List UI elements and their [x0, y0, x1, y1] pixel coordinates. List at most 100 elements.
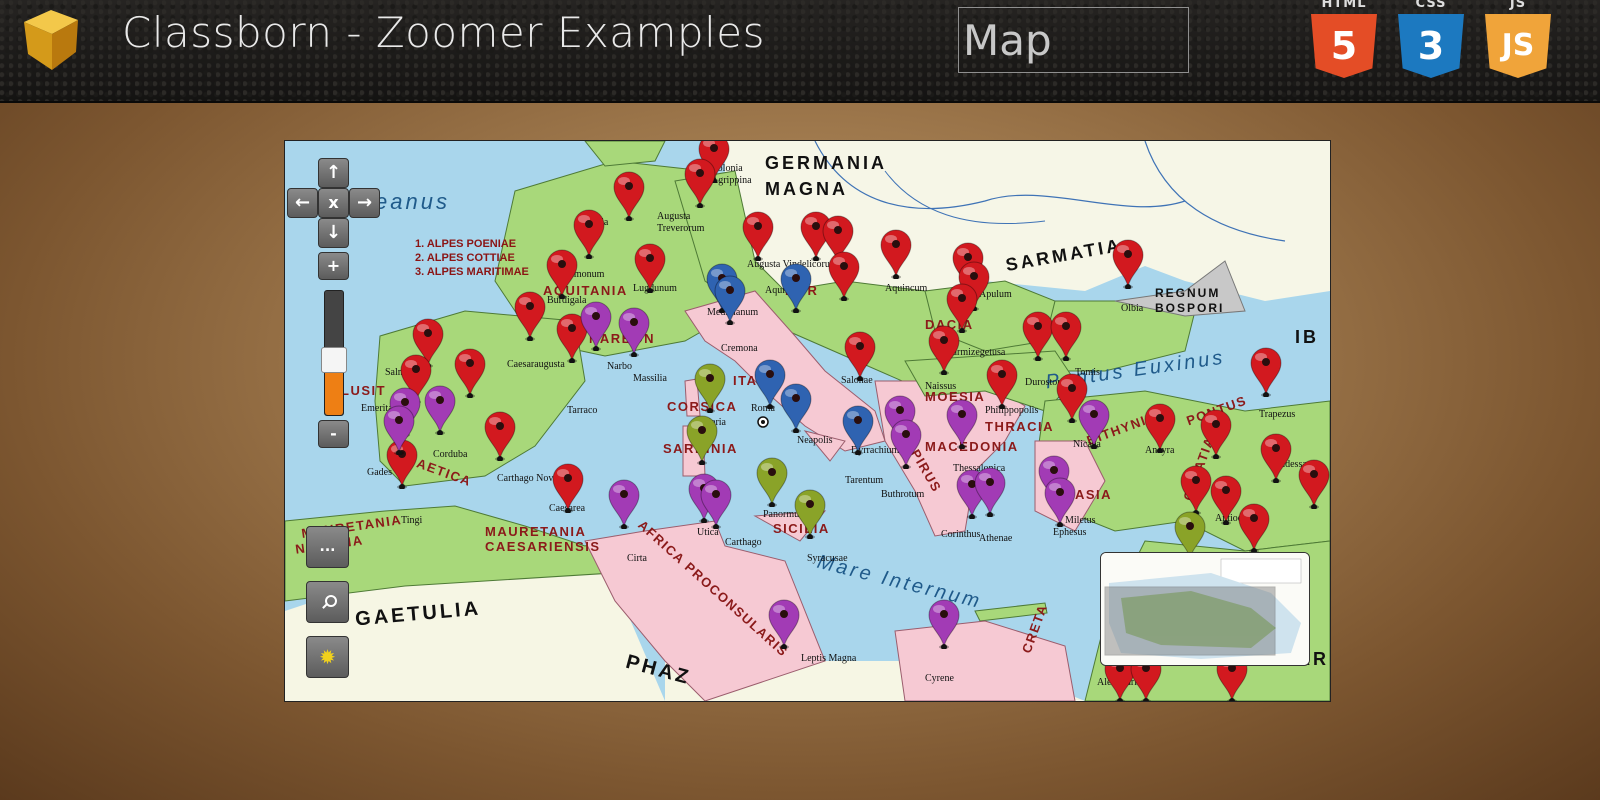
- zoomable-map-viewport[interactable]: GERMANIA MAGNA SARMATIA GAETULIA PHAZ RE…: [284, 140, 1331, 702]
- map-marker-pin-icon[interactable]: [1257, 431, 1295, 484]
- map-marker-pin-icon[interactable]: [925, 597, 963, 650]
- js-caption: JS: [1509, 0, 1527, 11]
- map-marker-pin-icon[interactable]: [1075, 397, 1113, 450]
- city-label: Aquincum: [885, 283, 928, 294]
- map-marker-pin-icon[interactable]: [825, 249, 863, 302]
- example-selector[interactable]: Map: [958, 7, 1189, 73]
- map-marker-pin-icon[interactable]: [739, 209, 777, 262]
- map-marker-pin-icon[interactable]: [711, 273, 749, 326]
- map-marker-pin-icon[interactable]: [605, 477, 643, 530]
- sea-label: eanus: [375, 189, 450, 214]
- map-marker-pin-icon[interactable]: [943, 397, 981, 450]
- pan-left-button[interactable]: ←: [287, 188, 318, 218]
- city-label: Tarraco: [567, 405, 598, 416]
- region-label: REGNUM: [1155, 286, 1221, 300]
- map-marker-pin-icon[interactable]: [1295, 457, 1330, 510]
- map-marker-pin-icon[interactable]: [1197, 407, 1235, 460]
- map-marker-pin-icon[interactable]: [1047, 309, 1085, 362]
- map-marker-pin-icon[interactable]: [777, 261, 815, 314]
- city-label: Cirta: [627, 553, 647, 564]
- map-marker-pin-icon[interactable]: [765, 597, 803, 650]
- city-label: Ephesus: [1053, 527, 1087, 538]
- region-label: BOSPORI: [1155, 301, 1225, 315]
- region-label: GERMANIA: [765, 153, 887, 173]
- html5-glyph: 5: [1330, 24, 1358, 68]
- map-marker-pin-icon[interactable]: [691, 361, 729, 414]
- map-marker-pin-icon[interactable]: [681, 156, 719, 209]
- html5-caption: HTML: [1321, 0, 1367, 11]
- map-marker-pin-icon[interactable]: [610, 169, 648, 222]
- alpes-legend: 1. ALPES POENIAE 2. ALPES COTTIAE 3. ALP…: [415, 237, 529, 279]
- pan-up-button[interactable]: ↑: [318, 158, 349, 188]
- city-label: Naissus: [925, 381, 957, 392]
- province-label: CAESARIENSIS: [485, 539, 601, 554]
- city-label: Olbia: [1121, 303, 1144, 314]
- city-label: Trapezus: [1259, 409, 1296, 420]
- alpes-note: 3. ALPES MARITIMAE: [415, 266, 529, 278]
- city-label: Carthago: [725, 537, 762, 548]
- map-marker-pin-icon[interactable]: [983, 357, 1021, 410]
- css3-caption: CSS: [1415, 0, 1447, 11]
- map-marker-pin-icon[interactable]: [697, 477, 735, 530]
- more-options-button[interactable]: ...: [306, 526, 349, 568]
- map-marker-pin-icon[interactable]: [549, 461, 587, 514]
- overview-map-image: [1101, 553, 1309, 665]
- map-marker-pin-icon[interactable]: [1235, 501, 1273, 554]
- map-marker-pin-icon[interactable]: [1141, 401, 1179, 454]
- map-marker-pin-icon[interactable]: [839, 403, 877, 456]
- zoom-in-button[interactable]: +: [318, 252, 349, 280]
- alpes-note: 1. ALPES POENIAE: [415, 238, 517, 250]
- city-label: Buthrotum: [881, 489, 925, 500]
- city-label: Neapolis: [797, 435, 833, 446]
- map-marker-pin-icon[interactable]: [877, 227, 915, 280]
- search-button[interactable]: [306, 581, 349, 623]
- overview-minimap[interactable]: [1100, 552, 1310, 666]
- reset-view-button[interactable]: x: [318, 188, 349, 218]
- map-marker-pin-icon[interactable]: [1109, 237, 1147, 290]
- city-label: Athenae: [979, 533, 1013, 544]
- js-glyph: JS: [1501, 28, 1535, 63]
- zoom-slider-thumb[interactable]: [321, 347, 347, 374]
- map-marker-pin-icon[interactable]: [380, 403, 418, 456]
- city-label: Tarentum: [845, 475, 884, 486]
- map-marker-pin-icon[interactable]: [683, 413, 721, 466]
- map-marker-pin-icon[interactable]: [887, 417, 925, 470]
- map-marker-pin-icon[interactable]: [615, 305, 653, 358]
- province-label: LUSIT: [341, 383, 387, 398]
- city-label: Tingi: [401, 515, 423, 526]
- css3-badge: CSS 3: [1398, 0, 1464, 80]
- province-label: ASIA: [1075, 487, 1113, 502]
- city-label: Cremona: [721, 343, 758, 354]
- region-label: MAGNA: [765, 179, 848, 199]
- province-label: MAURETANIA: [485, 524, 587, 539]
- city-label: Treverorum: [657, 223, 705, 234]
- map-marker-pin-icon[interactable]: [577, 299, 615, 352]
- city-label: Augusta: [657, 211, 691, 222]
- map-marker-pin-icon[interactable]: [511, 289, 549, 342]
- settings-button[interactable]: ✹: [306, 636, 349, 678]
- map-marker-pin-icon[interactable]: [481, 409, 519, 462]
- page-title: Classborn - Zoomer Examples: [122, 8, 765, 57]
- zoom-slider[interactable]: [321, 290, 347, 416]
- map-marker-pin-icon[interactable]: [777, 381, 815, 434]
- map-marker-pin-icon[interactable]: [841, 329, 879, 382]
- map-marker-pin-icon[interactable]: [971, 465, 1009, 518]
- city-label: Narbo: [607, 361, 632, 372]
- pan-down-button[interactable]: ↓: [318, 218, 349, 248]
- city-label: Cyrene: [925, 673, 954, 684]
- logo-cube-icon: [24, 10, 78, 70]
- overview-viewport-rect[interactable]: [1104, 586, 1276, 656]
- map-marker-pin-icon[interactable]: [1041, 475, 1079, 528]
- map-marker-pin-icon[interactable]: [1247, 345, 1285, 398]
- map-marker-pin-icon[interactable]: [631, 241, 669, 294]
- pan-right-button[interactable]: →: [349, 188, 380, 218]
- zoom-out-button[interactable]: -: [318, 420, 349, 448]
- map-marker-pin-icon[interactable]: [791, 487, 829, 540]
- city-label: Corinthus: [941, 529, 981, 540]
- city-label: Massilia: [633, 373, 667, 384]
- map-marker-pin-icon[interactable]: [753, 455, 791, 508]
- map-marker-pin-icon[interactable]: [925, 323, 963, 376]
- alpes-note: 2. ALPES COTTIAE: [415, 252, 515, 264]
- map-marker-pin-icon[interactable]: [421, 383, 459, 436]
- city-label: Syracusae: [807, 553, 848, 564]
